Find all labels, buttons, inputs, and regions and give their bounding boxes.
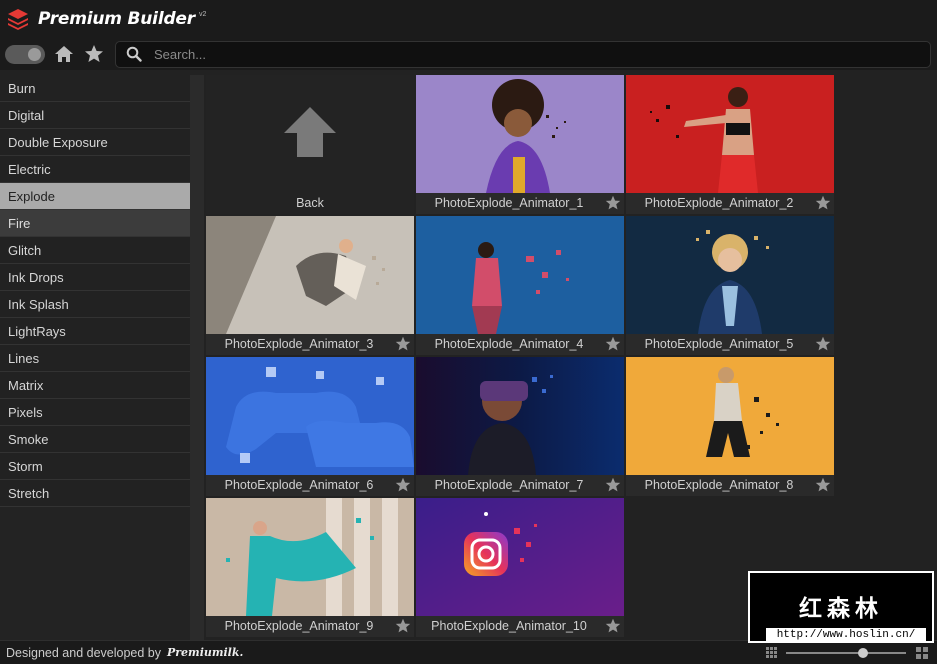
watermark-overlay: 红森林 http://www.hoslin.cn/: [748, 571, 934, 643]
favorite-star-icon[interactable]: [815, 336, 831, 352]
favorite-star-icon[interactable]: [605, 336, 621, 352]
watermark-url: http://www.hoslin.cn/: [766, 628, 926, 642]
favorite-star-icon[interactable]: [815, 195, 831, 211]
favorite-star-icon[interactable]: [605, 195, 621, 211]
search-icon: [126, 46, 142, 62]
preset-thumbnail: [626, 75, 834, 193]
preset-tile[interactable]: PhotoExplode_Animator_8: [626, 357, 834, 496]
preset-caption: PhotoExplode_Animator_8: [626, 475, 834, 496]
premium-builder-window: Premium Builder v2 Burn Digital Double E…: [0, 0, 937, 664]
home-icon: [55, 46, 73, 62]
slider-track[interactable]: [786, 652, 906, 654]
preset-thumbnail: [206, 357, 414, 475]
preset-label: PhotoExplode_Animator_10: [431, 619, 587, 633]
preset-thumbnail: [416, 75, 624, 193]
preset-label: PhotoExplode_Animator_2: [644, 196, 794, 210]
preset-label: PhotoExplode_Animator_3: [224, 337, 374, 351]
footer-credit: Designed and developed by: [6, 645, 161, 660]
preset-tile[interactable]: PhotoExplode_Animator_2: [626, 75, 834, 214]
title-bar: Premium Builder v2: [0, 0, 937, 38]
category-double-exposure[interactable]: Double Exposure: [0, 129, 190, 156]
large-grid-icon: [916, 647, 928, 659]
watermark-title: 红森林: [799, 595, 883, 621]
preset-label: PhotoExplode_Animator_6: [224, 478, 374, 492]
category-fire[interactable]: Fire: [0, 210, 190, 237]
favorite-star-icon[interactable]: [395, 336, 411, 352]
search-bar[interactable]: [115, 40, 931, 68]
favorite-star-icon[interactable]: [395, 477, 411, 493]
preset-caption: PhotoExplode_Animator_4: [416, 334, 624, 355]
category-storm[interactable]: Storm: [0, 453, 190, 480]
toolbar: [0, 38, 937, 70]
search-input[interactable]: [154, 46, 914, 62]
preset-tile[interactable]: PhotoExplode_Animator_1: [416, 75, 624, 214]
app-title: Premium Builder: [38, 9, 195, 29]
category-stretch[interactable]: Stretch: [0, 480, 190, 507]
back-label: Back: [296, 196, 324, 210]
category-sidebar: Burn Digital Double Exposure Electric Ex…: [0, 75, 190, 640]
category-digital[interactable]: Digital: [0, 102, 190, 129]
thumbnail-size-slider[interactable]: [762, 646, 932, 660]
back-tile[interactable]: Back: [206, 75, 414, 214]
category-ink-splash[interactable]: Ink Splash: [0, 291, 190, 318]
category-matrix[interactable]: Matrix: [0, 372, 190, 399]
preset-thumbnail: [626, 357, 834, 475]
preset-caption: PhotoExplode_Animator_9: [206, 616, 414, 637]
preset-caption: PhotoExplode_Animator_7: [416, 475, 624, 496]
preset-label: PhotoExplode_Animator_8: [644, 478, 794, 492]
category-glitch[interactable]: Glitch: [0, 237, 190, 264]
category-ink-drops[interactable]: Ink Drops: [0, 264, 190, 291]
preset-tile[interactable]: PhotoExplode_Animator_10: [416, 498, 624, 637]
category-explode[interactable]: Explode: [0, 183, 190, 210]
preset-caption: PhotoExplode_Animator_2: [626, 193, 834, 214]
small-grid-icon: [766, 647, 777, 658]
preset-caption: PhotoExplode_Animator_6: [206, 475, 414, 496]
preset-thumbnail: [416, 498, 624, 616]
preset-caption: PhotoExplode_Animator_10: [416, 616, 624, 637]
mode-toggle[interactable]: [5, 44, 45, 64]
favorite-star-icon[interactable]: [395, 618, 411, 634]
favorite-star-icon[interactable]: [815, 477, 831, 493]
favorite-star-icon[interactable]: [605, 618, 621, 634]
category-burn[interactable]: Burn: [0, 75, 190, 102]
category-smoke[interactable]: Smoke: [0, 426, 190, 453]
layers-icon: [8, 9, 28, 30]
preset-thumbnail: [416, 216, 624, 334]
preset-thumbnail: [206, 498, 414, 616]
home-button[interactable]: [53, 43, 75, 65]
preset-tile[interactable]: PhotoExplode_Animator_5: [626, 216, 834, 355]
preset-label: PhotoExplode_Animator_7: [434, 478, 584, 492]
favorites-button[interactable]: [83, 43, 105, 65]
app-version: v2: [198, 10, 207, 18]
preset-grid: Back PhotoExplode_Animator_1 PhotoExplod…: [206, 75, 836, 640]
preset-tile[interactable]: PhotoExplode_Animator_4: [416, 216, 624, 355]
preset-tile[interactable]: PhotoExplode_Animator_3: [206, 216, 414, 355]
slider-handle[interactable]: [858, 648, 868, 658]
sidebar-divider[interactable]: [190, 75, 204, 640]
preset-tile[interactable]: PhotoExplode_Animator_7: [416, 357, 624, 496]
preset-thumbnail: [626, 216, 834, 334]
favorite-star-icon[interactable]: [605, 477, 621, 493]
category-lines[interactable]: Lines: [0, 345, 190, 372]
preset-tile[interactable]: PhotoExplode_Animator_6: [206, 357, 414, 496]
star-icon: [85, 45, 103, 62]
preset-label: PhotoExplode_Animator_4: [434, 337, 584, 351]
preset-tile[interactable]: PhotoExplode_Animator_9: [206, 498, 414, 637]
preset-label: PhotoExplode_Animator_1: [434, 196, 584, 210]
preset-thumbnail: [416, 357, 624, 475]
preset-label: PhotoExplode_Animator_9: [224, 619, 374, 633]
category-pixels[interactable]: Pixels: [0, 399, 190, 426]
category-lightrays[interactable]: LightRays: [0, 318, 190, 345]
preset-label: PhotoExplode_Animator_5: [644, 337, 794, 351]
preset-caption: PhotoExplode_Animator_3: [206, 334, 414, 355]
footer-brand-logo[interactable]: Premiumilk.: [167, 646, 243, 659]
category-electric[interactable]: Electric: [0, 156, 190, 183]
preset-caption: PhotoExplode_Animator_1: [416, 193, 624, 214]
preset-thumbnail: [206, 216, 414, 334]
arrow-up-icon: [284, 107, 336, 157]
preset-caption: PhotoExplode_Animator_5: [626, 334, 834, 355]
